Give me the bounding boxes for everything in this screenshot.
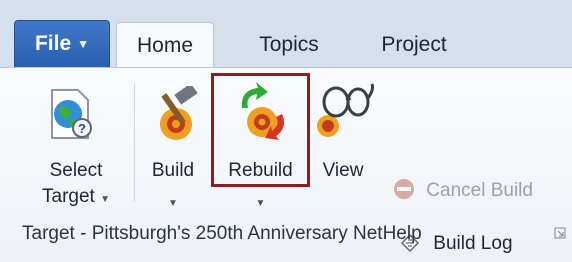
select-target-line2: Target ▼ [28,186,124,208]
file-tab-label: File [34,32,72,55]
cancel-build-button[interactable]: Cancel Build [393,178,533,202]
rebuild-highlight-box [211,73,310,187]
select-target-label: Target [42,186,95,207]
file-tab[interactable]: File ▼ [14,20,110,68]
tab-topics-label: Topics [259,33,319,56]
hammer-icon [160,86,198,140]
chevron-down-icon: ▼ [168,198,178,209]
group-separator [134,84,135,202]
view-label: View [322,160,364,181]
select-target-line1: Select [49,160,103,181]
chevron-down-icon: ▼ [255,198,266,209]
tab-home-label: Home [136,33,194,57]
ribbon-tab-bar: File ▼ Home Topics Project [0,0,572,68]
cancel-build-label: Cancel Build [426,180,533,201]
dialog-launcher-icon[interactable] [554,227,566,239]
build-label: Build [151,160,195,181]
glasses-icon [317,83,374,137]
view-button[interactable]: View [312,78,374,188]
stop-icon [394,179,414,199]
tab-project-label: Project [381,33,447,56]
tab-topics[interactable]: Topics [244,22,334,68]
build-log-label: Build Log [433,233,513,254]
select-target-button[interactable]: ? Select Target ▼ [28,78,124,218]
tab-project[interactable]: Project [366,22,462,68]
tab-home[interactable]: Home [116,22,214,68]
build-button[interactable]: Build ▼ [140,78,206,228]
svg-text:?: ? [78,121,86,136]
globe-help-icon: ? [51,89,92,139]
ribbon-group-label: Target - Pittsburgh's 250th Anniversary … [22,223,422,244]
chevron-down-icon: ▼ [77,37,90,51]
chevron-down-icon: ▼ [100,194,110,205]
